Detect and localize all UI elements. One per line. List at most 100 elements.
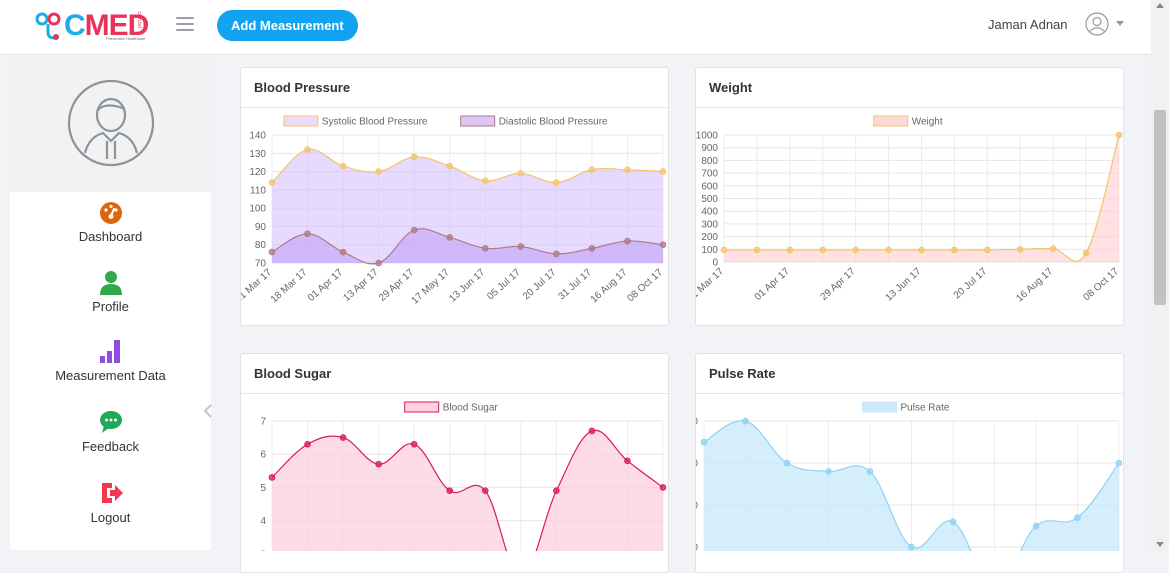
- data-point: [624, 237, 631, 245]
- chat-icon: [100, 411, 122, 433]
- sidebar-item-measurement-data[interactable]: Measurement Data: [10, 338, 211, 404]
- data-point: [588, 245, 596, 252]
- y-tick-label: 100: [701, 245, 718, 256]
- page-scrollbar[interactable]: [1151, 0, 1169, 550]
- sidebar-item-label: Logout: [90, 510, 131, 525]
- x-tick-label: 20 Jul 17: [521, 267, 559, 303]
- data-point: [1049, 245, 1057, 252]
- user-avatar-icon[interactable]: [1085, 12, 1109, 36]
- y-tick-label: 200: [701, 232, 718, 243]
- data-point: [553, 179, 560, 186]
- x-tick-label: 05 Jul 17: [485, 267, 523, 303]
- y-tick-label: 300: [701, 219, 718, 230]
- y-tick-label: 80: [255, 240, 267, 251]
- data-point: [339, 248, 347, 256]
- data-point: [624, 166, 631, 174]
- add-measurement-button[interactable]: Add Measurement: [217, 10, 358, 41]
- data-point: [753, 246, 761, 254]
- x-tick-label: 16 Aug 17: [1014, 266, 1055, 305]
- y-tick-label: 110: [696, 417, 698, 428]
- y-tick-label: 600: [701, 181, 718, 192]
- y-tick-label: 110: [250, 185, 266, 196]
- sidebar-item-logout[interactable]: Logout: [10, 480, 211, 546]
- chevron-down-icon[interactable]: [1116, 21, 1124, 26]
- x-tick-label: 01 Apr 17: [306, 267, 346, 304]
- x-tick-label: 01 Mar 17: [241, 267, 274, 306]
- data-point: [375, 259, 382, 267]
- stethoscope-icon: [35, 12, 61, 40]
- legend-swatch: [404, 401, 440, 413]
- menu-toggle-icon[interactable]: [176, 17, 194, 31]
- user-icon: [100, 271, 122, 295]
- y-tick-label: 100: [696, 459, 698, 470]
- sidebar-item-label: Measurement Data: [55, 368, 166, 383]
- data-point: [825, 468, 832, 475]
- data-point: [659, 484, 667, 491]
- x-tick-label: 08 Oct 17: [1081, 266, 1121, 303]
- x-tick-label: 13 Apr 17: [341, 267, 381, 304]
- profile-avatar-panel: [10, 62, 211, 192]
- sidebar-item-dashboard[interactable]: Dashboard: [10, 199, 211, 265]
- scroll-thumb[interactable]: [1154, 110, 1166, 305]
- sidebar-item-profile[interactable]: Profile: [10, 269, 211, 335]
- data-point: [1115, 131, 1123, 139]
- logo-tagline: Preventive Healthcare: [106, 36, 146, 41]
- data-point: [304, 230, 311, 238]
- legend-label: Pulse Rate: [901, 403, 950, 414]
- user-name[interactable]: Jaman Adnan: [988, 17, 1068, 32]
- data-point: [659, 241, 667, 249]
- data-point: [446, 487, 454, 495]
- bar-chart-icon: [100, 340, 120, 363]
- x-tick-label: 08 Oct 17: [625, 267, 665, 304]
- data-point: [908, 543, 915, 551]
- sidebar-item-feedback[interactable]: Feedback: [10, 409, 211, 475]
- x-tick-label: 13 Jun 17: [447, 267, 487, 305]
- data-point: [517, 243, 525, 250]
- legend-label: Systolic Blood Pressure: [322, 117, 428, 128]
- data-point: [1115, 459, 1123, 467]
- data-point: [1082, 249, 1090, 257]
- data-point: [339, 162, 347, 170]
- data-point: [984, 246, 991, 254]
- weight-chart: 0100200300400500600700800900100001 Mar 1…: [696, 115, 1123, 305]
- data-point: [720, 246, 728, 254]
- scroll-up-arrow-icon[interactable]: [1156, 3, 1164, 8]
- card-title: Blood Sugar: [254, 366, 332, 381]
- card-title: Weight: [709, 80, 753, 95]
- legend-label: Weight: [912, 117, 943, 128]
- data-point: [866, 468, 874, 475]
- data-point: [819, 246, 827, 254]
- data-point: [304, 146, 311, 153]
- x-tick-label: 16 Aug 17: [589, 267, 630, 306]
- logout-icon: [102, 483, 123, 503]
- data-point: [446, 162, 454, 170]
- data-point: [1032, 522, 1040, 530]
- pulse-rate-card: Pulse Rate 708090100110Pulse Rate: [695, 353, 1124, 573]
- y-tick-label: 120: [249, 167, 266, 178]
- data-point: [481, 245, 489, 252]
- data-point: [624, 457, 631, 465]
- card-title: Pulse Rate: [709, 366, 776, 381]
- sidebar-item-label: Dashboard: [78, 229, 143, 244]
- dashboard-icon: [100, 202, 122, 224]
- legend-label: Diastolic Blood Pressure: [499, 117, 608, 128]
- blood-sugar-chart: 234567Blood Sugar: [260, 401, 667, 551]
- data-point: [742, 417, 749, 425]
- chevron-left-icon[interactable]: [203, 404, 213, 418]
- logo-domain: .com.bd: [136, 10, 142, 28]
- blood-pressure-card: Blood Pressure 70 80 90 100 110 120 130 140 01 M…: [240, 67, 669, 326]
- x-tick-label: 01 Mar 17: [696, 266, 726, 305]
- y-tick-label: 100: [249, 204, 266, 215]
- y-tick-label: 500: [701, 194, 718, 205]
- scroll-down-arrow-icon[interactable]: [1156, 542, 1164, 547]
- blood-pressure-chart: 70809010011012013014001 Mar 1718 Mar 170…: [241, 115, 667, 306]
- sidebar-item-label: Feedback: [81, 439, 140, 454]
- cmed-logo[interactable]: CMED Preventive Healthcare .com.bd: [34, 8, 159, 44]
- data-point: [1074, 514, 1081, 521]
- y-tick-label: 5: [260, 483, 266, 494]
- x-tick-label: 01 Apr 17: [753, 266, 793, 303]
- x-tick-label: 18 Mar 17: [269, 267, 310, 306]
- sidebar-item-label: Profile: [92, 299, 129, 314]
- top-bar: CMED Preventive Healthcare .com.bd Add M…: [0, 0, 1151, 55]
- data-point: [410, 153, 418, 161]
